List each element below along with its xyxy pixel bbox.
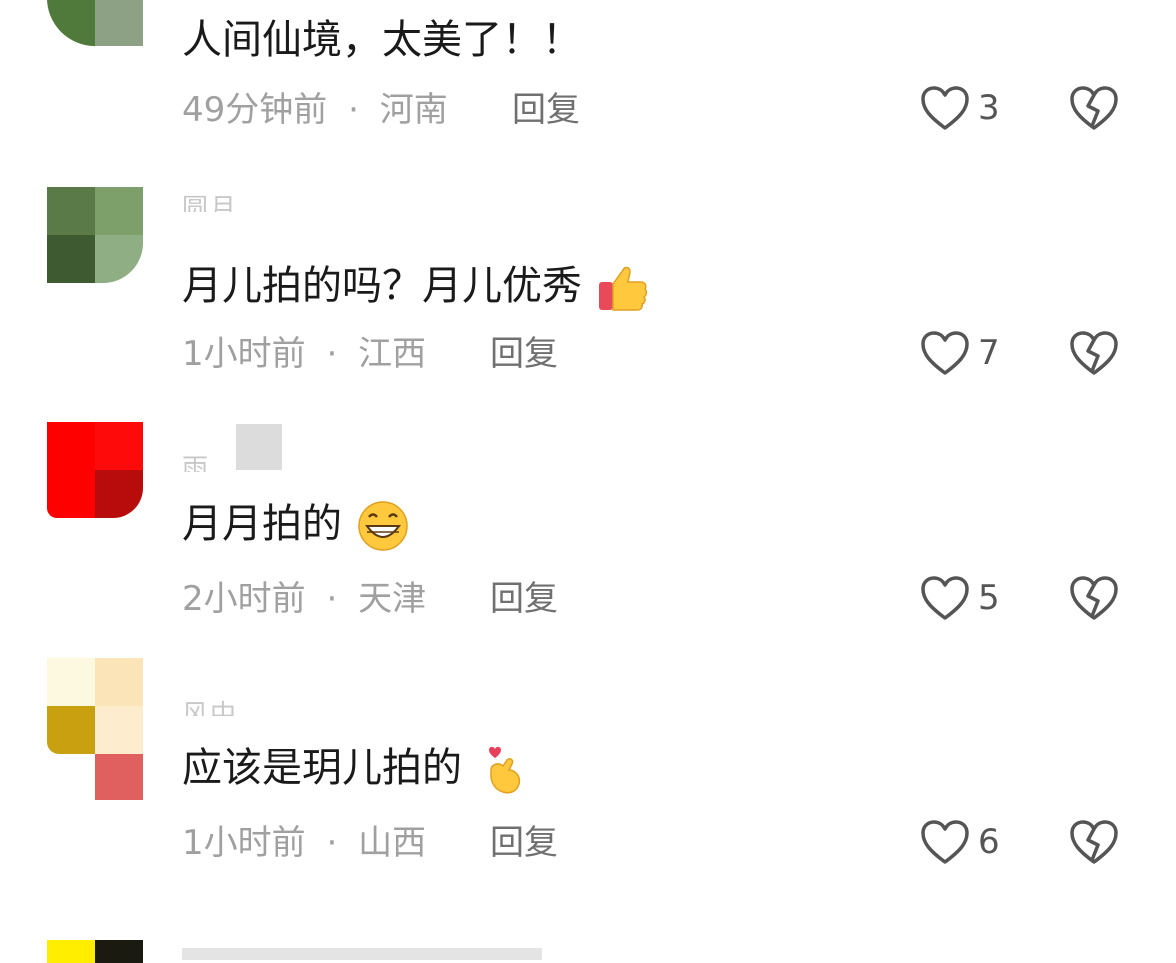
comment-text-content: 月月拍的	[182, 501, 342, 547]
avatar[interactable]	[47, 0, 143, 46]
comment-time: 1小时前	[182, 823, 306, 863]
avatar[interactable]	[47, 187, 143, 283]
thumbs-up-emoji-icon	[598, 266, 647, 311]
reply-button[interactable]: 回复	[490, 334, 558, 374]
comment-text-content: 应该是玥儿拍的	[182, 745, 462, 791]
broken-heart-icon	[1070, 820, 1118, 864]
comment-time: 1小时前	[182, 334, 306, 374]
comment-meta: 1小时前 · 江西	[182, 334, 426, 374]
reply-button[interactable]: 回复	[490, 579, 558, 619]
finger-heart-emoji-icon	[488, 746, 520, 794]
comment-time: 49分钟前	[182, 90, 328, 130]
like-count: 6	[978, 822, 1000, 862]
comment-location: 天津	[358, 579, 427, 619]
separator: ·	[326, 823, 338, 863]
dislike-button[interactable]	[1068, 574, 1124, 624]
separator: ·	[326, 334, 338, 374]
username[interactable]: 雨	[182, 448, 210, 472]
comment-location: 山西	[358, 823, 427, 863]
avatar[interactable]	[47, 422, 143, 518]
dislike-button[interactable]	[1068, 329, 1124, 379]
comment-text: 月儿拍的吗？月儿优秀	[182, 262, 649, 314]
comment-location: 河南	[379, 90, 448, 130]
separator: ·	[326, 579, 338, 619]
like-button[interactable]: 3	[920, 84, 1040, 134]
username-blur	[236, 424, 282, 470]
broken-heart-icon	[1070, 576, 1118, 620]
avatar[interactable]	[47, 940, 143, 963]
reply-button[interactable]: 回复	[490, 823, 558, 863]
like-count: 5	[978, 578, 1000, 618]
username[interactable]: 圆月	[182, 188, 238, 212]
like-count: 7	[978, 333, 1000, 373]
comment-meta: 1小时前 · 山西	[182, 823, 426, 863]
heart-icon	[921, 331, 969, 375]
comment-text-content: 月儿拍的吗？月儿优秀	[182, 263, 582, 309]
broken-heart-icon	[1070, 86, 1118, 130]
heart-icon	[921, 576, 969, 620]
like-button[interactable]: 7	[920, 329, 1040, 379]
reply-button[interactable]: 回复	[512, 90, 580, 130]
separator: ·	[348, 90, 359, 130]
like-count: 3	[978, 88, 1000, 128]
comment-text: 月月拍的	[182, 500, 409, 552]
grinning-face-emoji-icon	[357, 501, 408, 551]
username-blur	[182, 948, 542, 960]
comment-text: 应该是玥儿拍的	[182, 744, 529, 796]
comment-time: 2小时前	[182, 579, 306, 619]
comment-location: 江西	[358, 334, 427, 374]
heart-icon	[921, 820, 969, 864]
broken-heart-icon	[1070, 331, 1118, 375]
heart-icon	[921, 86, 969, 130]
like-button[interactable]: 5	[920, 574, 1040, 624]
dislike-button[interactable]	[1068, 818, 1124, 868]
dislike-button[interactable]	[1068, 84, 1124, 134]
like-button[interactable]: 6	[920, 818, 1040, 868]
comment-text-content: 人间仙境，太美了！！	[182, 17, 582, 63]
username[interactable]: 风中	[182, 694, 238, 716]
avatar[interactable]	[47, 658, 143, 800]
comment-meta: 49分钟前 · 河南	[182, 90, 448, 130]
comment-meta: 2小时前 · 天津	[182, 579, 426, 619]
comment-text: 人间仙境，太美了！！	[182, 16, 582, 64]
